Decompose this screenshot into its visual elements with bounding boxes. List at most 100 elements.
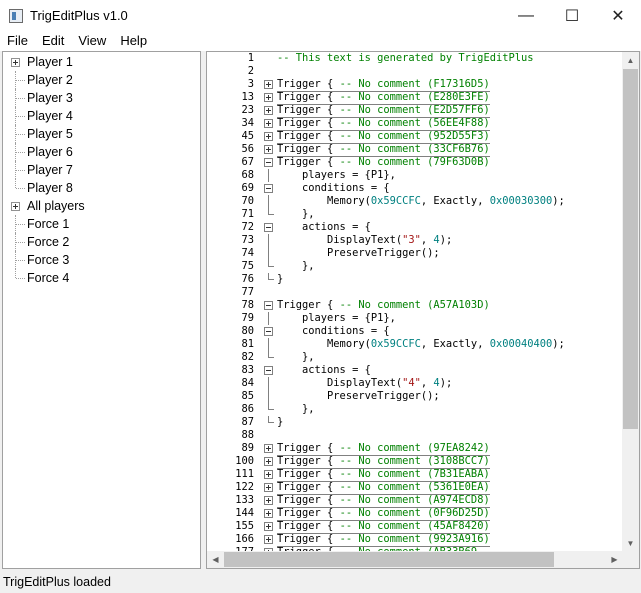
player-tree[interactable]: Player 1 Player 2 Player 3 Player 4 Player 5… [2, 51, 201, 569]
code-line[interactable]: 82 }, [207, 351, 623, 364]
code-area[interactable]: 1 -- This text is generated by TrigEditPl… [207, 52, 623, 552]
tree-item[interactable]: Player 6 [3, 143, 200, 161]
fold-expand-icon[interactable] [264, 535, 273, 544]
app-icon [9, 8, 23, 23]
fold-expand-icon[interactable] [264, 470, 273, 479]
fold-expand-icon[interactable] [264, 457, 273, 466]
tree-item[interactable]: Player 5 [3, 125, 200, 143]
tree-item[interactable]: Player 1 [3, 53, 200, 71]
horizontal-scrollbar[interactable]: ◀ ▶ [207, 551, 623, 568]
scroll-right-arrow-icon[interactable]: ▶ [606, 551, 623, 568]
tree-item[interactable]: Player 2 [3, 71, 200, 89]
code-line[interactable]: 81 Memory(0x59CCFC, Exactly, 0x00040400)… [207, 338, 623, 351]
menu-file[interactable]: File [0, 31, 35, 51]
code-text: Trigger { -- No comment (952D55F3) [277, 130, 490, 144]
expand-plus-icon[interactable] [11, 58, 20, 67]
tree-item[interactable]: Player 3 [3, 89, 200, 107]
code-line[interactable]: 1 -- This text is generated by TrigEditPl… [207, 52, 623, 65]
code-line[interactable]: 2 [207, 65, 623, 78]
code-line[interactable]: 80 conditions = { [207, 325, 623, 338]
fold-expand-icon[interactable] [264, 132, 273, 141]
horizontal-scroll-thumb[interactable] [224, 552, 554, 567]
tree-item[interactable]: Player 4 [3, 107, 200, 125]
fold-expand-icon[interactable] [264, 80, 273, 89]
code-line[interactable]: 111 Trigger { -- No comment (7B31EABA) [207, 468, 623, 482]
fold-collapse-icon[interactable] [264, 301, 273, 310]
fold-expand-icon[interactable] [264, 483, 273, 492]
tree-connector [16, 224, 25, 225]
menu-help[interactable]: Help [113, 31, 154, 51]
fold-expand-icon[interactable] [264, 93, 273, 102]
menu-view[interactable]: View [71, 31, 113, 51]
code-line[interactable]: 133 Trigger { -- No comment (A974ECD8) [207, 494, 623, 508]
fold-collapse-icon[interactable] [264, 158, 273, 167]
code-line[interactable]: 45 Trigger { -- No comment (952D55F3) [207, 130, 623, 144]
code-line[interactable]: 69 conditions = { [207, 182, 623, 195]
code-line[interactable]: 67 Trigger { -- No comment (79F63D0B) [207, 156, 623, 169]
code-line[interactable]: 84 DisplayText("4", 4); [207, 377, 623, 390]
code-line[interactable]: 68 players = {P1}, [207, 169, 623, 182]
fold-expand-icon[interactable] [264, 522, 273, 531]
tree-item[interactable]: Player 7 [3, 161, 200, 179]
fold-expand-icon[interactable] [264, 444, 273, 453]
code-line[interactable]: 70 Memory(0x59CCFC, Exactly, 0x00030300)… [207, 195, 623, 208]
tree-item-label: Force 2 [27, 235, 70, 249]
fold-expand-icon[interactable] [264, 106, 273, 115]
code-line[interactable]: 88 [207, 429, 623, 442]
code-line[interactable]: 155 Trigger { -- No comment (45AF8420) [207, 520, 623, 534]
fold-expand-icon[interactable] [264, 119, 273, 128]
tree-item[interactable]: Force 4 [3, 269, 200, 287]
code-line[interactable]: 78 Trigger { -- No comment (A57A103D) [207, 299, 623, 312]
code-line[interactable]: 56 Trigger { -- No comment (33CF6B76) [207, 143, 623, 157]
tree-item[interactable]: Player 8 [3, 179, 200, 197]
code-line[interactable]: 74 PreserveTrigger(); [207, 247, 623, 260]
code-line[interactable]: 34 Trigger { -- No comment (56EE4F88) [207, 117, 623, 131]
code-line[interactable]: 86 }, [207, 403, 623, 416]
fold-expand-icon[interactable] [264, 145, 273, 154]
scroll-down-arrow-icon[interactable]: ▼ [622, 535, 639, 552]
code-line[interactable]: 100 Trigger { -- No comment (3108BCC7) [207, 455, 623, 469]
code-line[interactable]: 75 }, [207, 260, 623, 273]
scroll-left-arrow-icon[interactable]: ◀ [207, 551, 224, 568]
code-line[interactable]: 71 }, [207, 208, 623, 221]
maximize-button[interactable]: ☐ [549, 0, 595, 31]
code-line[interactable]: 83 actions = { [207, 364, 623, 377]
code-line[interactable]: 144 Trigger { -- No comment (0F96D25D) [207, 507, 623, 521]
vertical-scroll-thumb[interactable] [623, 69, 638, 429]
code-line[interactable]: 79 players = {P1}, [207, 312, 623, 325]
fold-collapse-icon[interactable] [264, 223, 273, 232]
code-line[interactable]: 3 Trigger { -- No comment (F17316D5) [207, 78, 623, 92]
vertical-scrollbar[interactable]: ▲ ▼ [622, 52, 639, 552]
tree-item[interactable]: Force 1 [3, 215, 200, 233]
code-line[interactable]: 72 actions = { [207, 221, 623, 234]
menu-edit[interactable]: Edit [35, 31, 71, 51]
code-line[interactable]: 77 [207, 286, 623, 299]
code-line[interactable]: 13 Trigger { -- No comment (E280E3FE) [207, 91, 623, 105]
tree-item[interactable]: Force 2 [3, 233, 200, 251]
fold-expand-icon[interactable] [264, 509, 273, 518]
scroll-up-arrow-icon[interactable]: ▲ [622, 52, 639, 69]
code-line[interactable]: 166 Trigger { -- No comment (9923A916) [207, 533, 623, 547]
line-number: 1 [247, 52, 254, 64]
fold-margin [263, 130, 276, 143]
minimize-button[interactable]: — [503, 0, 549, 31]
code-line[interactable]: 87} [207, 416, 623, 429]
line-number: 80 [241, 325, 254, 337]
code-editor[interactable]: 1 -- This text is generated by TrigEditPl… [206, 51, 640, 569]
code-line[interactable]: 76} [207, 273, 623, 286]
expand-plus-icon[interactable] [11, 202, 20, 211]
close-button[interactable]: ✕ [595, 0, 641, 31]
code-line[interactable]: 89 Trigger { -- No comment (97EA8242) [207, 442, 623, 456]
fold-collapse-icon[interactable] [264, 184, 273, 193]
tree-item[interactable]: Force 3 [3, 251, 200, 269]
fold-expand-icon[interactable] [264, 496, 273, 505]
fold-collapse-icon[interactable] [264, 366, 273, 375]
tree-item-label: Force 3 [27, 253, 70, 267]
tree-connector [15, 215, 16, 233]
code-line[interactable]: 122 Trigger { -- No comment (5361E0EA) [207, 481, 623, 495]
code-line[interactable]: 73 DisplayText("3", 4); [207, 234, 623, 247]
fold-collapse-icon[interactable] [264, 327, 273, 336]
code-line[interactable]: 85 PreserveTrigger(); [207, 390, 623, 403]
tree-item[interactable]: All players [3, 197, 200, 215]
code-line[interactable]: 23 Trigger { -- No comment (E2D57FF6) [207, 104, 623, 118]
